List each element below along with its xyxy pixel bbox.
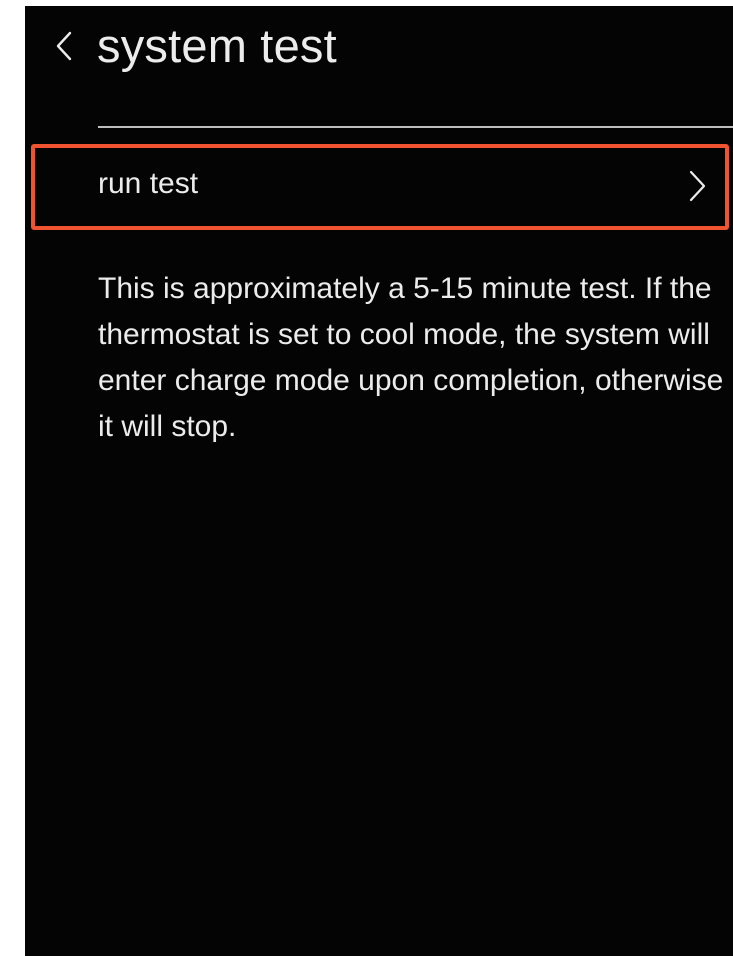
run-test-menu-item[interactable]: run test xyxy=(31,144,729,230)
header: system test xyxy=(25,6,733,126)
chevron-right-icon xyxy=(685,168,709,204)
page-title: system test xyxy=(97,19,337,72)
back-button[interactable] xyxy=(47,24,81,68)
header-divider xyxy=(98,126,733,128)
settings-screen: system test run test This is approximate… xyxy=(25,6,733,956)
chevron-left-icon xyxy=(54,30,74,62)
test-description: This is approximately a 5-15 minute test… xyxy=(98,272,724,443)
menu-item-label: run test xyxy=(98,167,199,200)
